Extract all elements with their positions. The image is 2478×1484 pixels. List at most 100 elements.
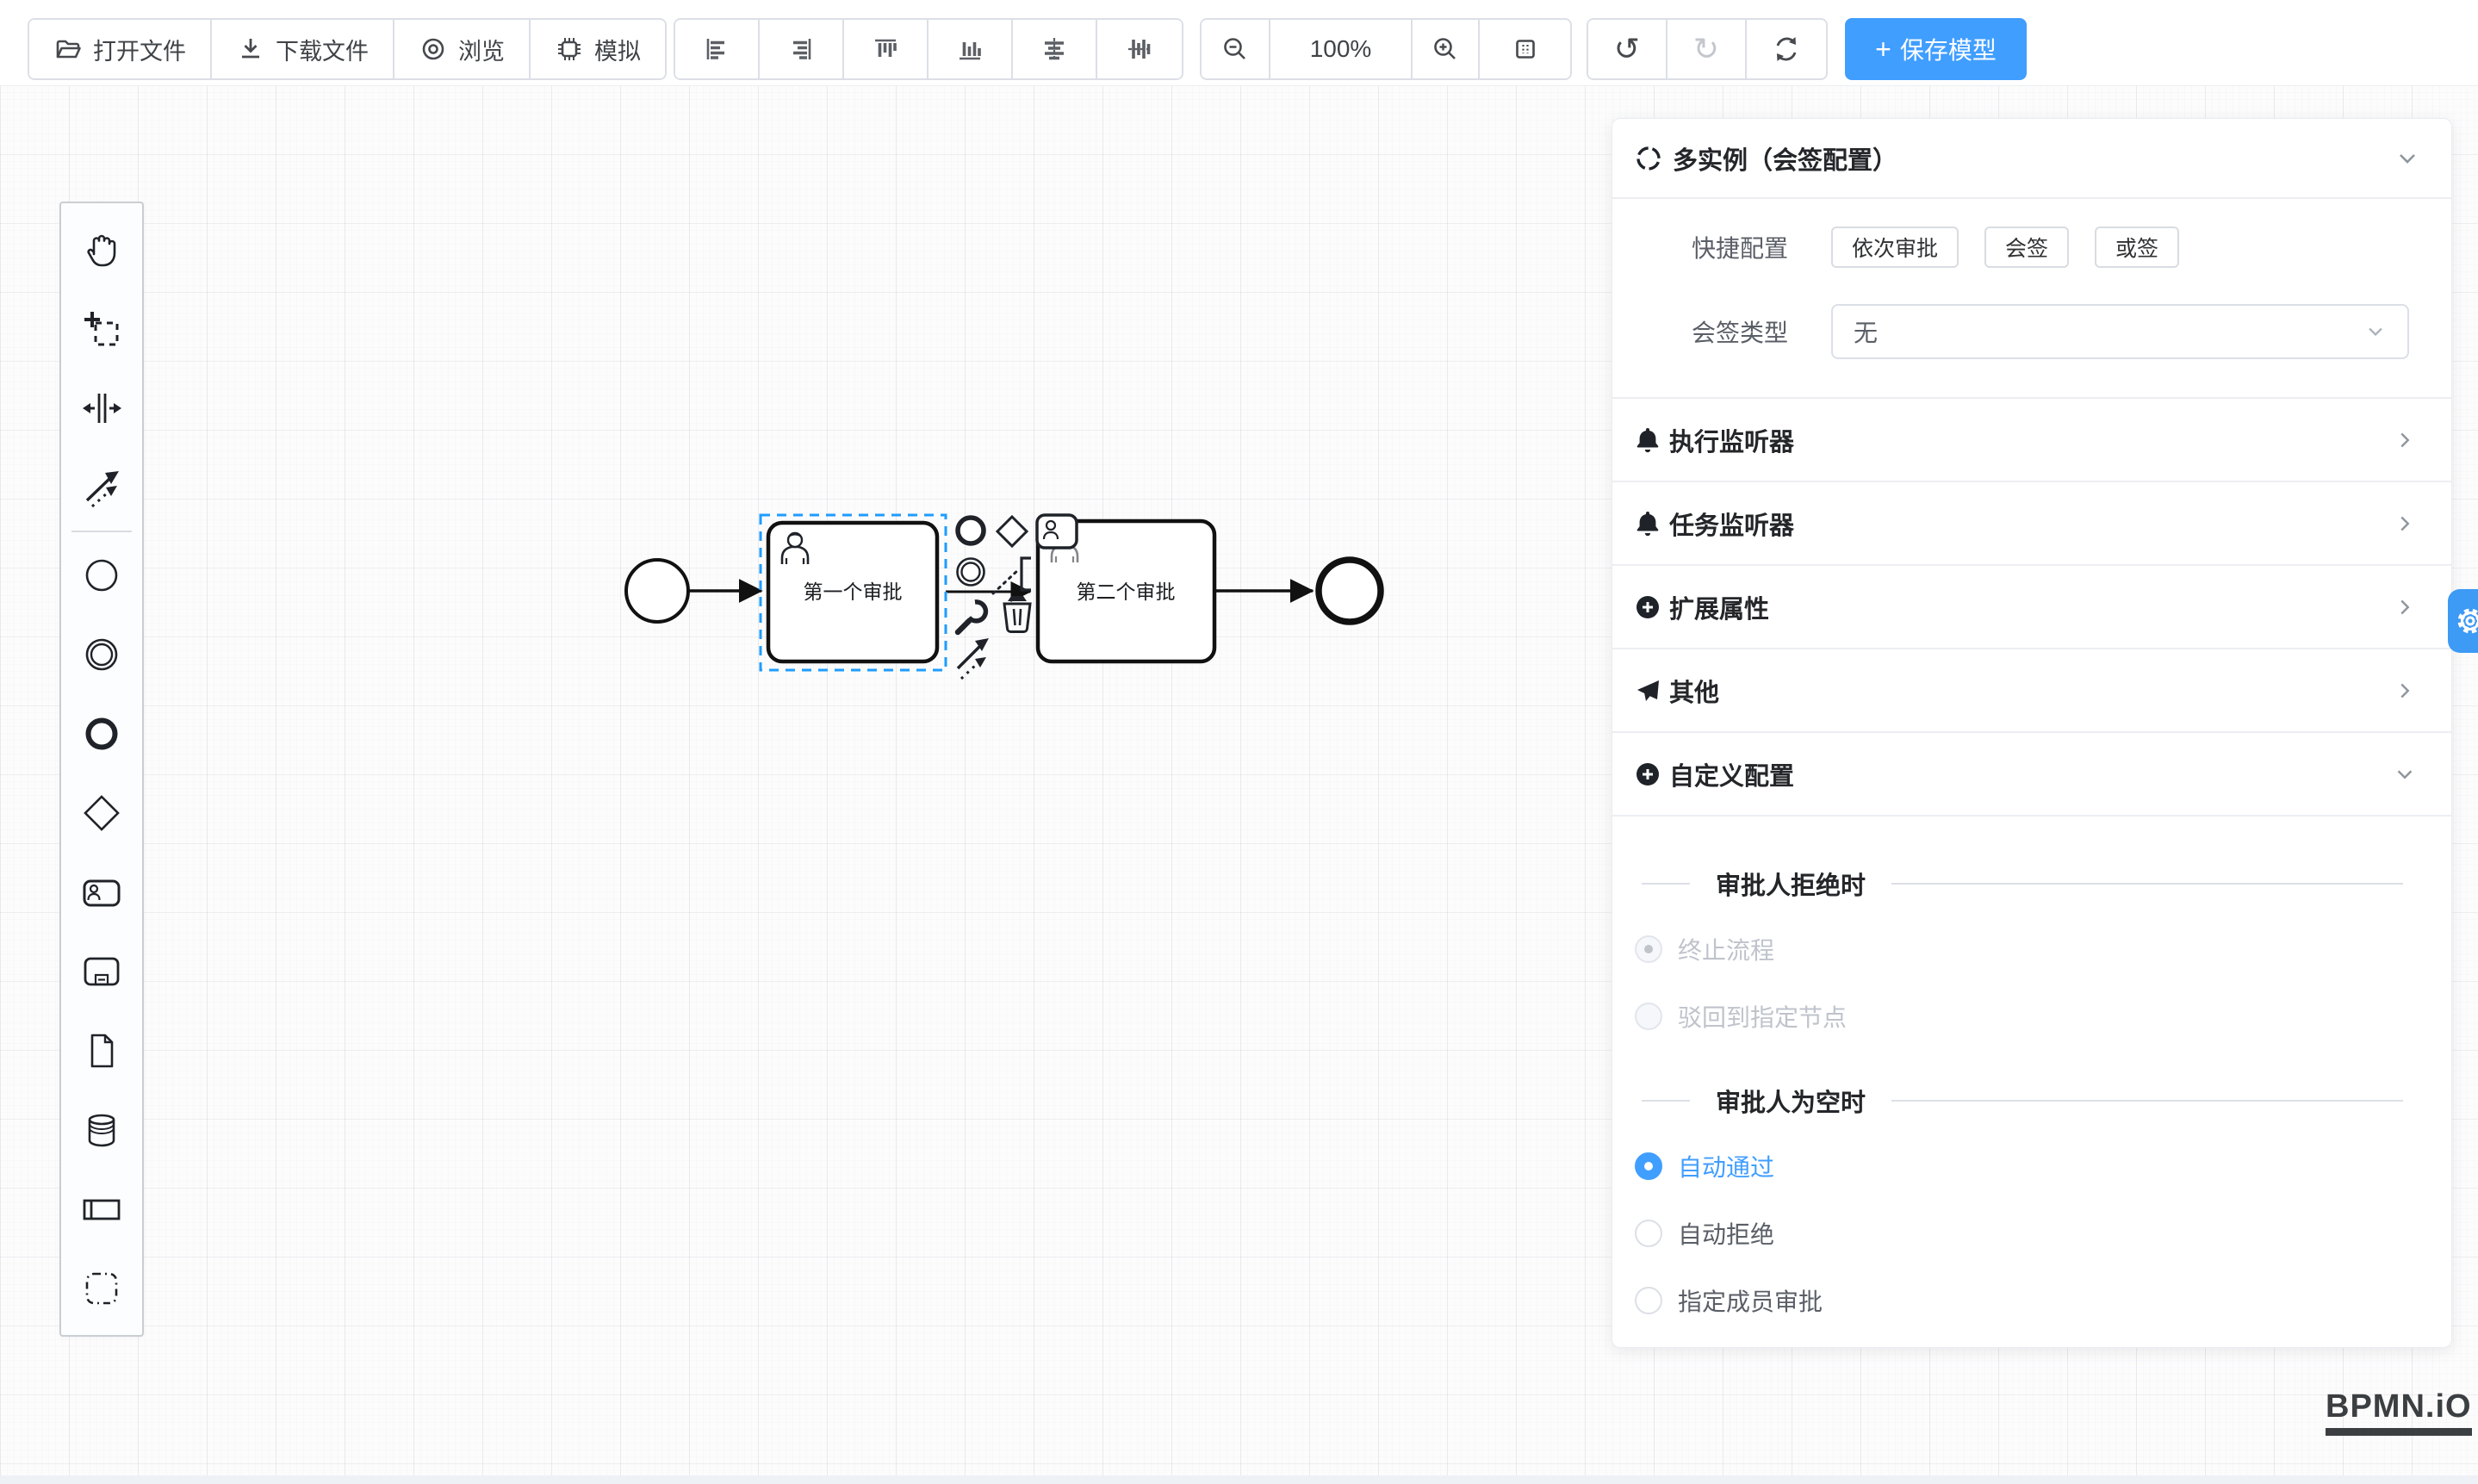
create-group[interactable] xyxy=(61,1249,142,1328)
section-other[interactable]: 其他 xyxy=(1612,649,2451,733)
create-data-store[interactable] xyxy=(61,1090,142,1170)
folder-open-icon xyxy=(53,34,83,64)
radio-icon xyxy=(1635,935,1662,963)
bpmn-io-logo-underline xyxy=(2326,1428,2472,1436)
undo-icon: ↺ xyxy=(1614,34,1640,65)
align-bottom-icon xyxy=(955,34,984,64)
delete-trash-icon[interactable] xyxy=(1004,596,1030,632)
global-connect-tool[interactable] xyxy=(61,448,142,527)
connect-tool-icon[interactable] xyxy=(958,638,989,679)
quick-option-sequential[interactable]: 依次审批 xyxy=(1831,227,1959,268)
create-participant[interactable] xyxy=(61,1170,142,1249)
align-top-button[interactable] xyxy=(844,20,928,78)
chevron-down-icon[interactable] xyxy=(2394,146,2420,171)
download-file-button[interactable]: 下载文件 xyxy=(212,20,394,78)
append-intermediate-event-icon[interactable] xyxy=(958,559,984,586)
refresh-icon xyxy=(1772,34,1801,64)
radio-auto-approve[interactable]: 自动通过 xyxy=(1635,1139,2451,1194)
refresh-button[interactable] xyxy=(1747,20,1826,78)
chevron-right-icon xyxy=(2393,595,2417,619)
horizontal-scrollbar[interactable] xyxy=(0,1475,2478,1484)
undo-button[interactable]: ↺ xyxy=(1588,20,1668,78)
reject-section-title: 审批人拒绝时 xyxy=(1642,858,2403,910)
redo-icon: ↻ xyxy=(1693,34,1719,65)
bpmn-modeler-app: 第一个审批 第二个审批 xyxy=(0,0,2478,1484)
section-extended-properties[interactable]: 扩展属性 xyxy=(1612,566,2451,649)
quick-option-countersign[interactable]: 会签 xyxy=(1984,227,2069,268)
radio-return-to-node[interactable]: 驳回到指定节点 xyxy=(1635,989,2451,1044)
plus-icon: + xyxy=(1875,35,1891,63)
align-center-horizontal-button[interactable] xyxy=(1013,20,1097,78)
sign-type-select[interactable]: 无 xyxy=(1831,304,2409,359)
zoom-in-icon xyxy=(1431,34,1460,64)
browse-label: 浏览 xyxy=(458,33,505,66)
align-middle-vertical-button[interactable] xyxy=(1097,20,1182,78)
properties-panel: 多实例（会签配置） 快捷配置 依次审批 会签 或签 会签类型 无 执行监听器 任… xyxy=(1612,118,2452,1348)
section-custom-config[interactable]: 自定义配置 xyxy=(1612,733,2451,817)
file-button-group: 打开文件 下载文件 浏览 模拟 xyxy=(28,18,667,80)
align-bottom-button[interactable] xyxy=(928,20,1013,78)
redo-button[interactable]: ↻ xyxy=(1668,20,1747,78)
radio-label: 终止流程 xyxy=(1678,932,1774,966)
create-start-event[interactable] xyxy=(61,536,142,615)
align-right-button[interactable] xyxy=(760,20,844,78)
quick-option-orsign[interactable]: 或签 xyxy=(2095,227,2179,268)
append-end-event-icon[interactable] xyxy=(958,518,984,543)
space-tool[interactable] xyxy=(61,369,142,448)
panel-title: 多实例（会签配置） xyxy=(1673,140,2394,177)
empty-section-title: 审批人为空时 xyxy=(1642,1075,2403,1127)
sign-type-label: 会签类型 xyxy=(1692,314,1831,349)
align-center-horizontal-icon xyxy=(1040,34,1069,64)
reject-title-text: 审批人拒绝时 xyxy=(1716,866,1866,902)
create-user-task[interactable] xyxy=(61,853,142,932)
radio-terminate-process[interactable]: 终止流程 xyxy=(1635,922,2451,977)
hand-tool[interactable] xyxy=(61,210,142,289)
append-gateway-icon[interactable] xyxy=(997,517,1027,546)
create-intermediate-event[interactable] xyxy=(61,615,142,694)
lasso-tool[interactable] xyxy=(61,289,142,369)
open-file-button[interactable]: 打开文件 xyxy=(29,20,212,78)
send-icon xyxy=(1635,678,1661,704)
multi-instance-header[interactable]: 多实例（会签配置） xyxy=(1612,119,2451,199)
create-end-event[interactable] xyxy=(61,694,142,773)
radio-label: 指定成员审批 xyxy=(1678,1283,1823,1318)
download-icon xyxy=(236,34,265,64)
section-task-listener[interactable]: 任务监听器 xyxy=(1612,482,2451,566)
change-type-wrench-icon[interactable] xyxy=(958,602,985,632)
chevron-right-icon xyxy=(2393,512,2417,536)
quick-config-row: 快捷配置 依次审批 会签 或签 xyxy=(1612,227,2451,268)
zoom-out-button[interactable] xyxy=(1202,20,1270,78)
bell-icon xyxy=(1635,426,1661,454)
radio-label: 驳回到指定节点 xyxy=(1678,999,1847,1034)
task-label: 第二个审批 xyxy=(1077,581,1176,603)
bpmn-io-logo-text: BPMN.iO xyxy=(2326,1388,2472,1425)
section-execution-listener[interactable]: 执行监听器 xyxy=(1612,399,2451,482)
radio-label: 自动拒绝 xyxy=(1678,1216,1774,1251)
align-button-group xyxy=(674,18,1183,80)
create-data-object[interactable] xyxy=(61,1011,142,1090)
zoom-in-button[interactable] xyxy=(1413,20,1480,78)
radio-icon xyxy=(1635,1287,1662,1314)
radio-assign-member[interactable]: 指定成员审批 xyxy=(1635,1273,2451,1328)
zoom-level: 100% xyxy=(1270,20,1413,78)
append-text-annotation-icon[interactable] xyxy=(993,558,1031,593)
align-left-icon xyxy=(702,34,731,64)
section-label: 自定义配置 xyxy=(1669,756,2393,792)
panel-toggle-button[interactable] xyxy=(2448,589,2478,653)
simulate-button[interactable]: 模拟 xyxy=(531,20,665,78)
browse-button[interactable]: 浏览 xyxy=(394,20,531,78)
save-model-button[interactable]: + 保存模型 xyxy=(1845,18,2027,80)
radio-icon xyxy=(1635,1003,1662,1030)
create-subprocess[interactable] xyxy=(61,932,142,1011)
align-middle-vertical-icon xyxy=(1125,34,1154,64)
task-label: 第一个审批 xyxy=(804,581,903,603)
fit-viewport-button[interactable] xyxy=(1480,20,1570,78)
end-event[interactable] xyxy=(1319,560,1381,622)
create-gateway[interactable] xyxy=(61,773,142,853)
append-user-task-icon[interactable] xyxy=(1037,515,1077,548)
radio-auto-reject[interactable]: 自动拒绝 xyxy=(1635,1206,2451,1261)
user-task-1[interactable]: 第一个审批 xyxy=(768,523,937,661)
start-event[interactable] xyxy=(626,560,688,622)
plus-circle-icon xyxy=(1635,594,1661,620)
align-left-button[interactable] xyxy=(675,20,760,78)
